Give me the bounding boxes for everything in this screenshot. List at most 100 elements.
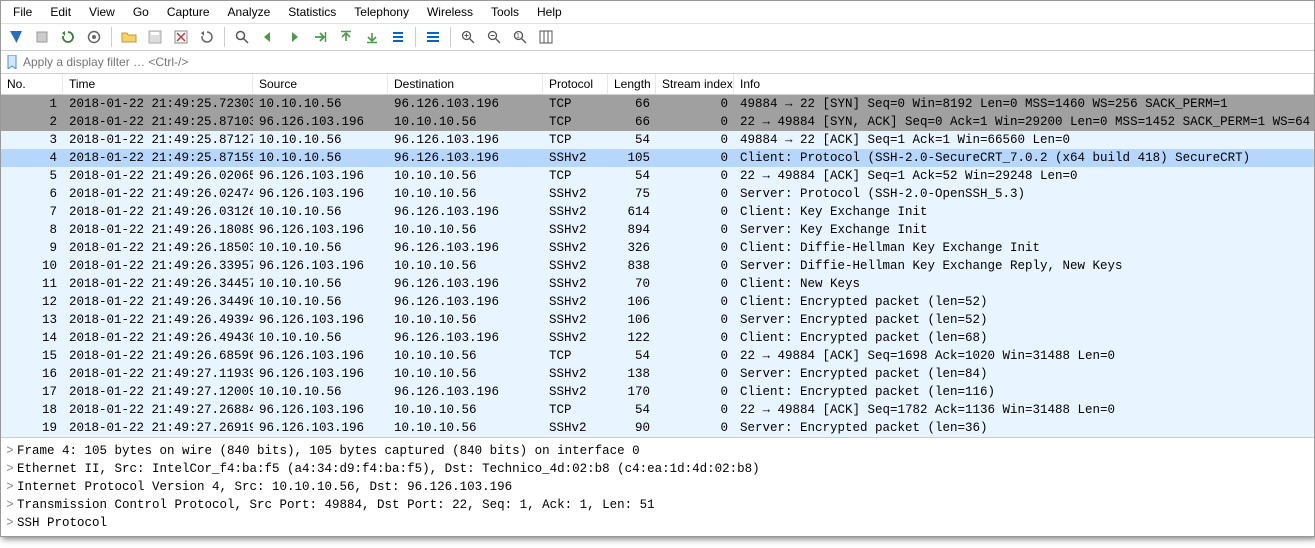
column-header-destination[interactable]: Destination xyxy=(388,74,543,94)
packet-row[interactable]: 32018-01-22 21:49:25.87127410.10.10.5696… xyxy=(1,131,1314,149)
restart-capture-icon[interactable] xyxy=(57,26,79,48)
zoom-reset-icon[interactable]: 1 xyxy=(509,26,531,48)
column-header-stream-index[interactable]: Stream index xyxy=(656,74,734,94)
resize-columns-icon[interactable] xyxy=(535,26,557,48)
cell-no: 7 xyxy=(1,203,63,221)
cell-no: 1 xyxy=(1,95,63,113)
detail-row[interactable]: > Frame 4: 105 bytes on wire (840 bits),… xyxy=(3,442,1312,460)
auto-scroll-icon[interactable] xyxy=(387,26,409,48)
zoom-in-icon[interactable] xyxy=(457,26,479,48)
packet-row[interactable]: 62018-01-22 21:49:26.02474296.126.103.19… xyxy=(1,185,1314,203)
cell-dst: 96.126.103.196 xyxy=(388,329,543,347)
column-header-length[interactable]: Length xyxy=(608,74,656,94)
cell-time: 2018-01-22 21:49:27.119397 xyxy=(63,365,253,383)
expand-caret-icon[interactable]: > xyxy=(3,442,17,460)
colorize-icon[interactable] xyxy=(422,26,444,48)
packet-details-pane: > Frame 4: 105 bytes on wire (840 bits),… xyxy=(1,438,1314,536)
menu-statistics[interactable]: Statistics xyxy=(280,3,344,21)
bookmark-icon[interactable] xyxy=(5,53,19,71)
capture-options-icon[interactable] xyxy=(83,26,105,48)
menu-capture[interactable]: Capture xyxy=(159,3,218,21)
go-to-packet-icon[interactable] xyxy=(309,26,331,48)
stop-capture-icon[interactable] xyxy=(31,26,53,48)
cell-src: 96.126.103.196 xyxy=(253,347,388,365)
column-header-info[interactable]: Info xyxy=(734,74,1314,94)
cell-dst: 96.126.103.196 xyxy=(388,239,543,257)
packet-row[interactable]: 122018-01-22 21:49:26.34490610.10.10.569… xyxy=(1,293,1314,311)
close-file-icon[interactable] xyxy=(170,26,192,48)
detail-row[interactable]: > Internet Protocol Version 4, Src: 10.1… xyxy=(3,478,1312,496)
display-filter-bar xyxy=(1,51,1314,74)
detail-row[interactable]: > Ethernet II, Src: IntelCor_f4:ba:f5 (a… xyxy=(3,460,1312,478)
start-capture-icon[interactable] xyxy=(5,26,27,48)
cell-len: 106 xyxy=(608,311,656,329)
menu-edit[interactable]: Edit xyxy=(42,3,79,21)
cell-info: 22 → 49884 [SYN, ACK] Seq=0 Ack=1 Win=29… xyxy=(734,113,1314,131)
cell-no: 18 xyxy=(1,401,63,419)
packet-row[interactable]: 142018-01-22 21:49:26.49430810.10.10.569… xyxy=(1,329,1314,347)
menu-help[interactable]: Help xyxy=(529,3,570,21)
save-file-icon[interactable] xyxy=(144,26,166,48)
expand-caret-icon[interactable]: > xyxy=(3,478,17,496)
menu-go[interactable]: Go xyxy=(125,3,157,21)
menu-analyze[interactable]: Analyze xyxy=(220,3,279,21)
go-back-icon[interactable] xyxy=(257,26,279,48)
packet-row[interactable]: 72018-01-22 21:49:26.03126510.10.10.5696… xyxy=(1,203,1314,221)
packet-row[interactable]: 42018-01-22 21:49:25.87159810.10.10.5696… xyxy=(1,149,1314,167)
packet-list-header[interactable]: No. Time Source Destination Protocol Len… xyxy=(1,74,1314,95)
cell-si: 0 xyxy=(656,419,734,437)
cell-info: Server: Encrypted packet (len=84) xyxy=(734,365,1314,383)
menu-tools[interactable]: Tools xyxy=(483,3,527,21)
cell-len: 614 xyxy=(608,203,656,221)
packet-row[interactable]: 102018-01-22 21:49:26.33957096.126.103.1… xyxy=(1,257,1314,275)
menu-telephony[interactable]: Telephony xyxy=(346,3,417,21)
packet-row[interactable]: 172018-01-22 21:49:27.12009610.10.10.569… xyxy=(1,383,1314,401)
cell-len: 105 xyxy=(608,149,656,167)
column-header-no[interactable]: No. xyxy=(1,74,63,94)
cell-proto: SSHv2 xyxy=(543,419,608,437)
expand-caret-icon[interactable]: > xyxy=(3,514,17,532)
menu-wireless[interactable]: Wireless xyxy=(419,3,481,21)
menu-file[interactable]: File xyxy=(5,3,40,21)
packet-row[interactable]: 162018-01-22 21:49:27.11939796.126.103.1… xyxy=(1,365,1314,383)
expand-caret-icon[interactable]: > xyxy=(3,460,17,478)
detail-row[interactable]: > SSH Protocol xyxy=(3,514,1312,532)
go-last-icon[interactable] xyxy=(361,26,383,48)
menu-bar: FileEditViewGoCaptureAnalyzeStatisticsTe… xyxy=(1,1,1314,24)
cell-si: 0 xyxy=(656,275,734,293)
packet-row[interactable]: 82018-01-22 21:49:26.18089996.126.103.19… xyxy=(1,221,1314,239)
packet-row[interactable]: 112018-01-22 21:49:26.34457710.10.10.569… xyxy=(1,275,1314,293)
zoom-out-icon[interactable] xyxy=(483,26,505,48)
packet-row[interactable]: 52018-01-22 21:49:26.02065796.126.103.19… xyxy=(1,167,1314,185)
go-forward-icon[interactable] xyxy=(283,26,305,48)
packet-row[interactable]: 152018-01-22 21:49:26.68596396.126.103.1… xyxy=(1,347,1314,365)
expand-caret-icon[interactable]: > xyxy=(3,496,17,514)
cell-no: 8 xyxy=(1,221,63,239)
cell-time: 2018-01-22 21:49:26.031265 xyxy=(63,203,253,221)
open-file-icon[interactable] xyxy=(118,26,140,48)
go-first-icon[interactable] xyxy=(335,26,357,48)
cell-time: 2018-01-22 21:49:26.344906 xyxy=(63,293,253,311)
column-header-time[interactable]: Time xyxy=(63,74,253,94)
packet-row[interactable]: 132018-01-22 21:49:26.49394396.126.103.1… xyxy=(1,311,1314,329)
detail-row[interactable]: > Transmission Control Protocol, Src Por… xyxy=(3,496,1312,514)
packet-row[interactable]: 12018-01-22 21:49:25.72303010.10.10.5696… xyxy=(1,95,1314,113)
cell-proto: SSHv2 xyxy=(543,257,608,275)
reload-icon[interactable] xyxy=(196,26,218,48)
cell-dst: 96.126.103.196 xyxy=(388,149,543,167)
cell-len: 70 xyxy=(608,275,656,293)
cell-si: 0 xyxy=(656,365,734,383)
packet-row[interactable]: 182018-01-22 21:49:27.26884096.126.103.1… xyxy=(1,401,1314,419)
packet-row[interactable]: 192018-01-22 21:49:27.26919496.126.103.1… xyxy=(1,419,1314,437)
cell-proto: TCP xyxy=(543,95,608,113)
find-packet-icon[interactable] xyxy=(231,26,253,48)
packet-row[interactable]: 22018-01-22 21:49:25.87103596.126.103.19… xyxy=(1,113,1314,131)
cell-time: 2018-01-22 21:49:26.185030 xyxy=(63,239,253,257)
packet-row[interactable]: 92018-01-22 21:49:26.18503010.10.10.5696… xyxy=(1,239,1314,257)
menu-view[interactable]: View xyxy=(81,3,123,21)
column-header-source[interactable]: Source xyxy=(253,74,388,94)
packet-list-body: 12018-01-22 21:49:25.72303010.10.10.5696… xyxy=(1,95,1314,437)
display-filter-input[interactable] xyxy=(19,53,1310,71)
cell-dst: 96.126.103.196 xyxy=(388,95,543,113)
column-header-protocol[interactable]: Protocol xyxy=(543,74,608,94)
